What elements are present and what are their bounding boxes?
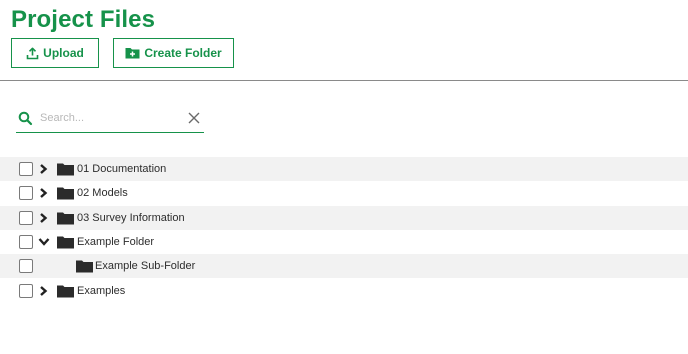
chevron-right-icon[interactable] <box>39 212 48 223</box>
folder-icon <box>57 236 74 249</box>
tree-row[interactable]: Example Folder <box>0 230 688 254</box>
folder-icon <box>57 212 74 225</box>
close-icon[interactable] <box>188 112 200 124</box>
chevron-down-icon[interactable] <box>38 238 50 247</box>
chevron-right-icon[interactable] <box>39 285 48 296</box>
folder-icon <box>57 285 74 298</box>
search-bar <box>16 106 204 133</box>
tree-row[interactable]: 01 Documentation <box>0 157 688 182</box>
folder-label[interactable]: Example Folder <box>77 236 154 248</box>
header-divider <box>0 80 688 81</box>
folder-label[interactable]: 01 Documentation <box>77 163 166 175</box>
page-title: Project Files <box>11 6 156 33</box>
row-checkbox[interactable] <box>19 210 33 225</box>
folder-plus-icon <box>125 48 140 59</box>
search-icon <box>18 111 33 126</box>
tree-row[interactable]: Examples <box>0 278 688 302</box>
folder-icon <box>57 187 74 200</box>
create-folder-button[interactable]: Create Folder <box>113 38 234 68</box>
upload-button[interactable]: Upload <box>11 38 99 68</box>
row-checkbox[interactable] <box>19 259 33 274</box>
folder-icon <box>76 260 93 273</box>
folder-label[interactable]: 02 Models <box>77 187 128 199</box>
chevron-right-icon[interactable] <box>39 188 48 199</box>
folder-label[interactable]: Examples <box>77 285 125 297</box>
create-folder-button-label: Create Folder <box>144 46 222 60</box>
folder-label[interactable]: Example Sub-Folder <box>95 260 195 272</box>
chevron-right-icon[interactable] <box>39 164 48 175</box>
file-tree: 01 Documentation 02 Models 03 Survey Inf… <box>0 157 688 303</box>
row-checkbox[interactable] <box>19 235 33 250</box>
row-checkbox[interactable] <box>19 283 33 298</box>
row-checkbox[interactable] <box>19 186 33 201</box>
folder-icon <box>57 163 74 176</box>
folder-label[interactable]: 03 Survey Information <box>77 212 185 224</box>
upload-icon <box>26 47 39 59</box>
row-checkbox[interactable] <box>19 162 33 177</box>
upload-button-label: Upload <box>43 46 84 60</box>
tree-row[interactable]: 02 Models <box>0 181 688 205</box>
tree-row[interactable]: Example Sub-Folder <box>0 254 688 279</box>
tree-row[interactable]: 03 Survey Information <box>0 205 688 230</box>
search-input[interactable] <box>40 109 180 127</box>
